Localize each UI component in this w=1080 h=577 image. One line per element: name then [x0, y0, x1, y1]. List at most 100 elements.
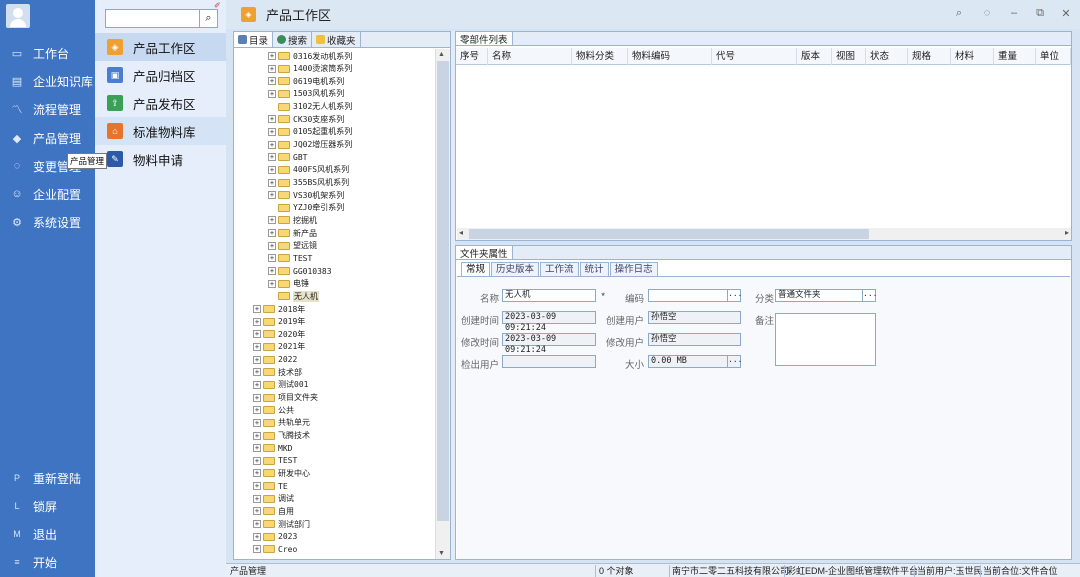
tree-node-label[interactable]: 电锤 — [293, 278, 309, 289]
expand-icon[interactable]: + — [253, 406, 261, 415]
note-field[interactable] — [775, 313, 876, 366]
tree-node[interactable]: + CK30支座系列 — [268, 113, 344, 125]
sub-nav-item-2[interactable]: ▣ 产品归档区 — [95, 61, 226, 89]
expand-icon[interactable]: + — [268, 140, 276, 149]
column-header[interactable]: 单位 — [1036, 48, 1071, 65]
expand-icon[interactable]: + — [253, 444, 261, 453]
tree-node[interactable]: + 自用 — [253, 505, 294, 517]
expand-icon[interactable]: + — [253, 317, 261, 326]
sub-nav-item-4[interactable]: ⌂ 标准物料库 — [95, 117, 226, 145]
tree-node-label[interactable]: 0316发动机系列 — [293, 51, 352, 62]
nav-item-2[interactable]: ▤ 企业知识库 — [0, 68, 95, 94]
expand-icon[interactable]: + — [253, 482, 261, 491]
class-field[interactable]: 普通文件夹... — [775, 289, 877, 302]
expand-icon[interactable]: + — [253, 456, 261, 465]
tree-node[interactable]: + 调试 — [253, 493, 294, 505]
search-icon[interactable]: ⌕ — [199, 10, 217, 27]
tree-node[interactable]: + GBT — [268, 151, 307, 163]
tree-node[interactable]: + 飞腾技术 — [253, 430, 310, 442]
tab-favorites[interactable]: 收藏夹 — [312, 32, 361, 47]
tree-node[interactable]: + JQ02增压器系列 — [268, 139, 352, 151]
expand-icon[interactable]: + — [268, 216, 276, 225]
tree-node[interactable]: + VS30机架系列 — [268, 189, 344, 201]
tree-node[interactable]: + 新产品 — [268, 227, 317, 239]
name-field[interactable]: 无人机 — [502, 289, 596, 302]
tree-node-label[interactable]: 调试 — [278, 493, 294, 504]
nav-bottom-item-4[interactable]: ≡ 开始 — [0, 549, 95, 575]
column-header[interactable]: 版本 — [797, 48, 832, 65]
expand-icon[interactable]: + — [253, 380, 261, 389]
tree-node-label[interactable]: 共轨单元 — [278, 417, 310, 428]
scroll-left-icon[interactable]: ◂ — [459, 228, 463, 237]
tree-node[interactable]: + 挖掘机 — [268, 214, 317, 226]
sub-nav-item-5[interactable]: ✎ 物料申请 — [95, 145, 226, 173]
tree-node-label[interactable]: 望远镜 — [293, 240, 317, 251]
size-button[interactable]: ... — [727, 356, 742, 367]
tree-node-label[interactable]: 2019年 — [278, 316, 305, 327]
tree-node-label[interactable]: 项目文件夹 — [278, 392, 318, 403]
tree-node-label[interactable]: 挖掘机 — [293, 215, 317, 226]
nav-item-7[interactable]: ⚙ 系统设置 — [0, 209, 95, 235]
tree-node[interactable]: 3102无人机系列 — [268, 101, 352, 113]
tree-node-label[interactable]: 1400烫滚筒系列 — [293, 63, 352, 74]
expand-icon[interactable]: + — [253, 494, 261, 503]
folder-tree[interactable]: +0316发动机系列 +1400烫滚筒系列 +0619电机系列 +1503风机系列 31… — [234, 49, 434, 559]
sub-nav-item-3[interactable]: ⇪ 产品发布区 — [95, 89, 226, 117]
tree-scroll-thumb[interactable] — [437, 61, 449, 521]
tree-node[interactable]: + 技术部 — [253, 366, 302, 378]
tree-node-label[interactable]: 研发中心 — [278, 468, 310, 479]
class-picker-button[interactable]: ... — [862, 290, 877, 301]
expand-icon[interactable]: + — [253, 418, 261, 427]
tab-catalog[interactable]: 目录 — [234, 32, 274, 47]
expand-icon[interactable]: + — [253, 305, 261, 313]
expand-icon[interactable]: + — [268, 115, 276, 124]
tree-node-label[interactable]: GG010383 — [293, 267, 332, 276]
menu-search-input[interactable]: ⌕ — [105, 9, 218, 28]
tree-node[interactable]: + 电锤 — [268, 278, 309, 290]
expand-icon[interactable]: + — [268, 279, 276, 288]
tree-node[interactable]: 无人机 — [268, 290, 319, 302]
expand-icon[interactable]: + — [253, 368, 261, 377]
expand-icon[interactable]: + — [253, 431, 261, 440]
tree-node-label[interactable]: JQ02增压器系列 — [293, 139, 352, 150]
tree-node-label[interactable]: TEST — [278, 456, 297, 465]
tree-node[interactable]: + MKD — [253, 442, 292, 454]
expand-icon[interactable]: + — [253, 545, 261, 554]
tree-node-label[interactable]: 测试001 — [278, 379, 308, 390]
tree-node[interactable]: +0316发动机系列 — [268, 50, 352, 62]
tree-node-label[interactable]: 飞腾技术 — [278, 430, 310, 441]
tab-folder-props[interactable]: 文件夹属性 — [456, 246, 513, 260]
tree-scrollbar[interactable]: ▲ ▼ — [435, 49, 450, 559]
expand-icon[interactable]: + — [253, 355, 261, 364]
expand-icon[interactable]: + — [253, 330, 261, 339]
tree-node-label[interactable]: 公共 — [278, 405, 294, 416]
tab-parts-list[interactable]: 零部件列表 — [456, 32, 513, 46]
scroll-right-icon[interactable]: ▸ — [1065, 228, 1069, 237]
tree-node[interactable]: +2018年 — [253, 303, 305, 315]
tree-node[interactable]: +0619电机系列 — [268, 75, 344, 87]
tree-node[interactable]: +0105起重机系列 — [268, 126, 352, 138]
column-header[interactable]: 材料 — [951, 48, 994, 65]
user-avatar[interactable] — [6, 4, 30, 28]
tree-node-label[interactable]: MKD — [278, 444, 292, 453]
tree-node[interactable]: + Creo — [253, 543, 297, 555]
expand-icon[interactable]: + — [268, 178, 276, 187]
tree-node-label[interactable]: YZJ0牵引系列 — [293, 202, 344, 213]
expand-icon[interactable]: + — [253, 469, 261, 478]
column-header[interactable]: 序号 — [456, 48, 488, 65]
expand-icon[interactable]: + — [253, 393, 261, 402]
expand-icon[interactable]: + — [268, 127, 276, 136]
search-icon[interactable]: ⌕ — [952, 7, 966, 20]
props-subtab-1[interactable]: 常规 — [461, 262, 491, 276]
props-subtab-3[interactable]: 工作流 — [540, 262, 579, 276]
tree-node[interactable]: +1400烫滚筒系列 — [268, 63, 352, 75]
nav-bottom-item-1[interactable]: P 重新登陆 — [0, 465, 95, 491]
tree-node-label[interactable]: 2022 — [278, 355, 297, 364]
column-header[interactable]: 状态 — [866, 48, 908, 65]
column-header[interactable]: 物料分类 — [572, 48, 628, 65]
refresh-icon[interactable]: ◌ — [980, 7, 994, 19]
tree-node-label[interactable]: Creo — [278, 545, 297, 554]
tree-node[interactable]: +2021年 — [253, 341, 305, 353]
tree-node[interactable]: + 望远镜 — [268, 240, 317, 252]
expand-icon[interactable]: + — [268, 191, 276, 200]
